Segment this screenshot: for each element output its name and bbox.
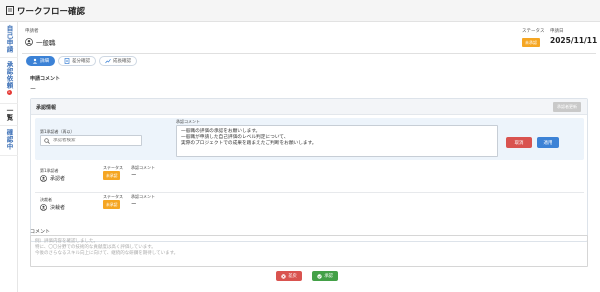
comment-section: コメント <box>30 228 50 235</box>
tab-details[interactable]: 詳細 <box>26 56 55 66</box>
update-approver-button[interactable]: 承認者更新 <box>553 102 581 112</box>
app-header: ワークフロー確認 <box>0 0 600 22</box>
sidebar-item-in-review[interactable]: 確認中 <box>0 126 18 156</box>
reviewer-user: 承認者 <box>40 175 65 182</box>
cancel-button[interactable]: 取消 <box>506 137 532 148</box>
page-title: ワークフロー確認 <box>17 6 86 17</box>
approval-comment-field[interactable]: 一般職の評価の承認をお願いします。 一般職が申請した自己評価のレベル判定について… <box>176 125 498 157</box>
reviewer-name: 承認者 <box>50 176 66 182</box>
date-info: 申請日 2025/11/11 <box>550 28 597 45</box>
application-summary: 申請者 一般職 ステータス 未承認 申請日 2025/11/11 <box>22 26 597 52</box>
sidebar: 自己申請 承認依頼 1 一覧 確認中 <box>0 22 18 292</box>
close-circle-icon <box>281 273 286 279</box>
sidebar-item-self-application[interactable]: 自己申請 <box>0 22 18 58</box>
approve-button[interactable]: 承認 <box>312 271 338 281</box>
reviewer-role: 第1承認者 <box>40 168 59 173</box>
user-icon <box>25 38 33 46</box>
reviewer-role: 決裁者 <box>40 197 52 202</box>
tab-label: 成長確認 <box>113 59 131 64</box>
tab-diff-check[interactable]: 差分確認 <box>58 56 96 66</box>
sidebar-item-label: 承認依頼 <box>5 61 13 89</box>
reviewer-comment: ー <box>131 173 137 179</box>
button-label: 差戻 <box>288 274 297 279</box>
tab-bar: 詳細 差分確認 成長確認 <box>26 56 137 66</box>
divider <box>22 53 596 54</box>
application-comment-section: 申請コメント ー <box>30 75 60 93</box>
trend-icon <box>105 58 111 64</box>
applicant-info: 申請者 一般職 <box>25 28 56 47</box>
user-icon <box>40 204 47 211</box>
date-label: 申請日 <box>550 29 564 34</box>
tab-label: 差分確認 <box>72 59 90 64</box>
document-icon <box>64 58 70 64</box>
status-badge: 未承認 <box>103 171 121 180</box>
reviewer-comment: ー <box>131 202 137 208</box>
approver-search[interactable] <box>40 135 142 146</box>
comment-line: 実際のプロジェクトでの成果を踏まえたご判断をお願いします。 <box>181 141 317 146</box>
status-badge: 未承認 <box>522 38 540 47</box>
reviewer-user: 決裁者 <box>40 204 65 211</box>
document-icon <box>6 6 14 15</box>
approval-header: 承認情報 承認者更新 <box>31 99 587 115</box>
notification-badge: 1 <box>6 90 12 95</box>
person-icon <box>32 58 38 64</box>
approval-panel: 承認情報 承認者更新 第1承認者（再以） 承認コメント 一般職の評価の承認をお願… <box>30 98 588 242</box>
sidebar-item-label: 一覧 <box>5 107 13 121</box>
approval-title: 承認情報 <box>36 105 57 111</box>
comment-textarea[interactable]: 例）評価内容を確認しました。 特に、〇〇分野での技術的な貢献度は高く評価していま… <box>30 235 588 267</box>
button-label: 承認 <box>324 274 333 279</box>
check-circle-icon <box>317 273 322 279</box>
reviewer-row: 決裁者 決裁者 ステータス 未承認 承認コメント ー <box>35 192 584 216</box>
sidebar-item-label: 確認中 <box>5 129 13 150</box>
search-icon <box>44 137 50 144</box>
applicant-label: 申請者 <box>25 29 39 34</box>
user-icon <box>40 175 47 182</box>
main-content: 申請者 一般職 ステータス 未承認 申請日 2025/11/11 詳細 差分確認… <box>22 22 597 292</box>
application-comment-value: ー <box>30 86 37 93</box>
sidebar-item-label: 自己申請 <box>5 25 13 53</box>
tab-label: 詳細 <box>40 59 49 64</box>
application-date: 2025/11/11 <box>550 36 598 45</box>
status-label: ステータス <box>522 29 545 34</box>
comment-placeholder-line: 今後のさらなるスキル向上に向けて、継続的な研鑽を期待しています。 <box>35 251 179 256</box>
apply-button[interactable]: 適用 <box>537 137 559 148</box>
button-label: 適用 <box>543 140 553 146</box>
reviewer-row: 第1承認者 承認者 ステータス 未承認 承認コメント ー <box>35 164 584 188</box>
applicant-name: 一般職 <box>36 39 56 47</box>
approver-edit-row: 第1承認者（再以） 承認コメント 一般職の評価の承認をお願いします。 一般職が申… <box>35 118 584 160</box>
reviewer-name: 決裁者 <box>50 205 66 211</box>
button-label: 承認者更新 <box>557 104 577 109</box>
status-info: ステータス 未承認 <box>522 28 545 47</box>
application-comment-label: 申請コメント <box>30 76 61 82</box>
sidebar-item-approval-requests[interactable]: 承認依頼 1 <box>0 58 18 104</box>
status-badge: 未承認 <box>103 200 121 209</box>
sidebar-item-list[interactable]: 一覧 <box>0 104 18 126</box>
button-label: 取消 <box>514 140 524 146</box>
approver-search-input[interactable] <box>53 138 138 143</box>
reject-button[interactable]: 差戻 <box>276 271 302 281</box>
tab-growth-check[interactable]: 成長確認 <box>99 56 137 66</box>
